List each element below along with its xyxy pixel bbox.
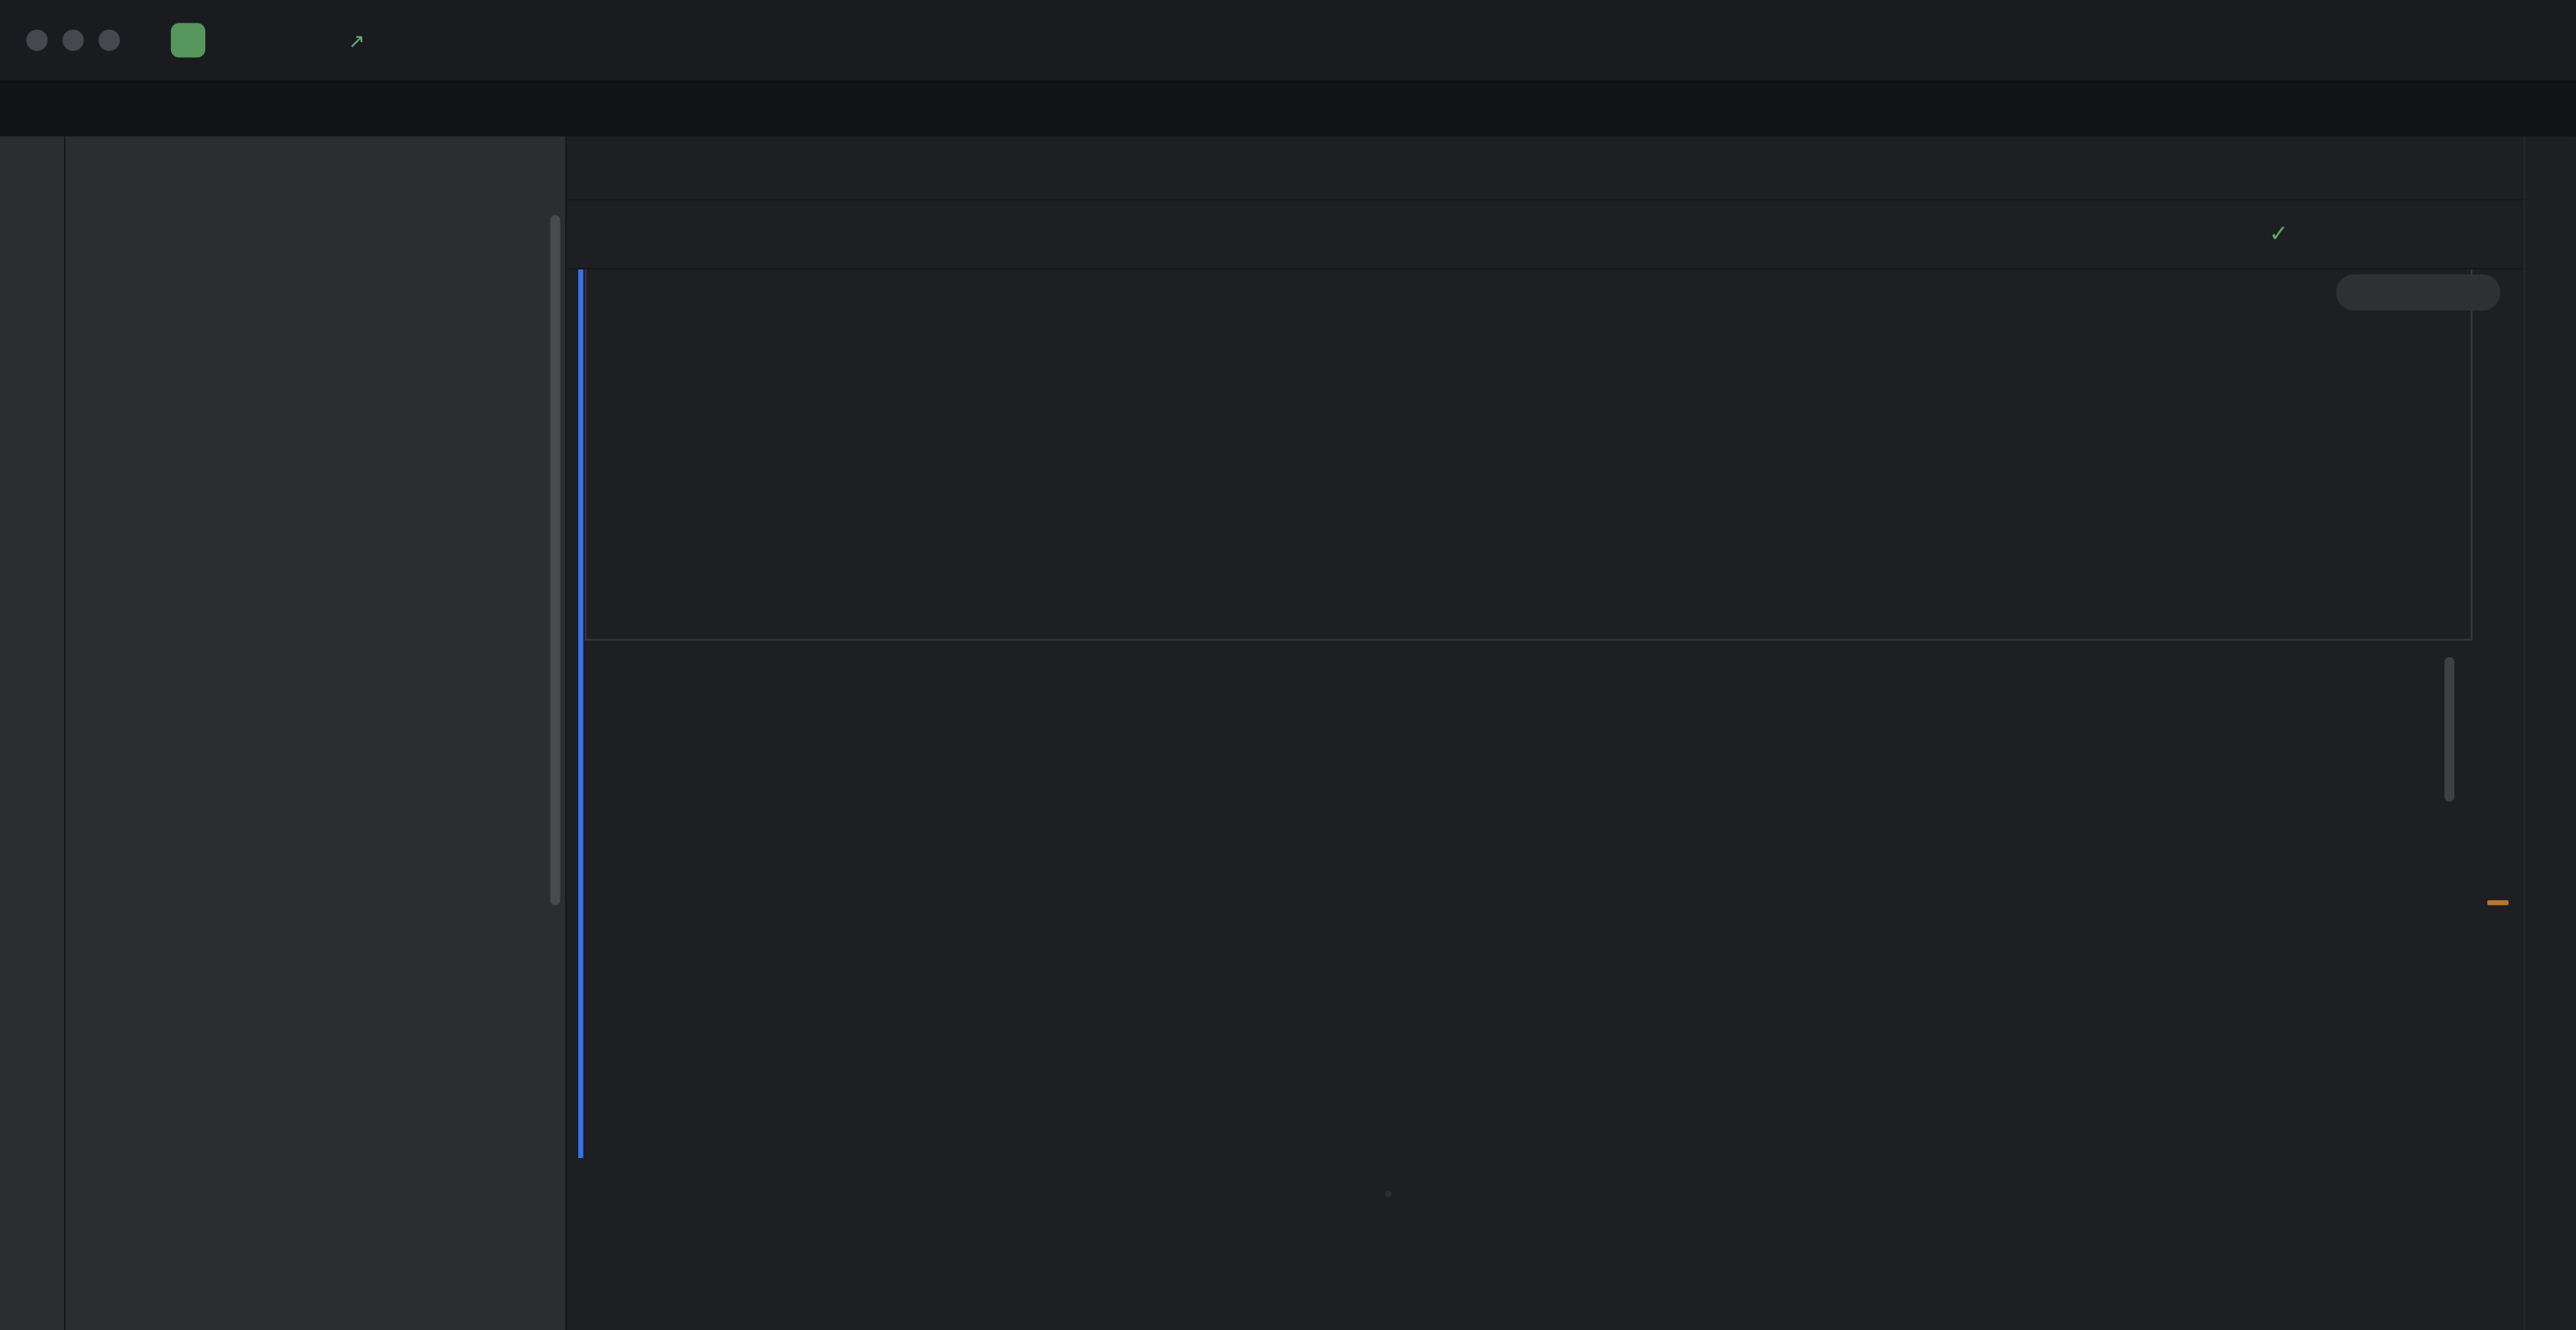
next-problem-icon[interactable] bbox=[2465, 282, 2486, 303]
notebook-editor bbox=[567, 269, 2523, 1330]
ide-window: ↗ ✓ bbox=[0, 0, 2576, 1330]
project-scrollbar[interactable] bbox=[550, 215, 560, 905]
interpreter-chevron-icon bbox=[2375, 225, 2394, 244]
jupyter-icon bbox=[2326, 221, 2352, 247]
title-bar: ↗ bbox=[0, 0, 2576, 82]
prev-problem-icon[interactable] bbox=[2433, 282, 2454, 303]
git-branch-icon bbox=[303, 27, 329, 54]
close-window-button[interactable] bbox=[26, 30, 47, 51]
check-icon: ✓ bbox=[2269, 220, 2288, 248]
branch-widget[interactable]: ↗ bbox=[303, 27, 395, 54]
project-panel-header[interactable] bbox=[66, 136, 565, 200]
editor-area: ✓ bbox=[567, 136, 2523, 1330]
cell-frame bbox=[585, 269, 2472, 640]
minimize-window-button[interactable] bbox=[62, 30, 83, 51]
output-scrollbar[interactable] bbox=[2444, 657, 2454, 802]
interpreter-selector[interactable] bbox=[2326, 221, 2395, 247]
warning-icon bbox=[2392, 282, 2413, 303]
zoom-window-button[interactable] bbox=[98, 30, 119, 51]
project-panel-chevron-icon bbox=[109, 159, 128, 178]
warning-icon bbox=[2351, 282, 2372, 303]
activity-bar bbox=[0, 136, 66, 1330]
add-cell-button-group bbox=[1385, 1191, 1391, 1197]
notebook-toolbar: ✓ bbox=[567, 200, 2523, 269]
push-indicator-icon: ↗ bbox=[348, 29, 365, 52]
more-options-icon[interactable] bbox=[2474, 221, 2501, 247]
project-panel bbox=[66, 136, 567, 1330]
traffic-lights bbox=[26, 30, 135, 51]
editor-tab-bar bbox=[567, 136, 2523, 200]
split-editor-icon[interactable] bbox=[2422, 221, 2448, 247]
selected-cell-indicator bbox=[578, 269, 583, 1158]
project-badge bbox=[171, 23, 205, 57]
right-toolbar bbox=[2523, 136, 2576, 1330]
goto-cell-button[interactable]: ✓ bbox=[2269, 220, 2300, 248]
warning-stripe-mark[interactable] bbox=[2487, 900, 2508, 905]
branch-chevron-icon bbox=[375, 31, 394, 50]
inspections-widget[interactable] bbox=[2336, 275, 2501, 311]
project-chevron-icon[interactable] bbox=[226, 31, 246, 50]
window-tab-bar bbox=[0, 82, 2576, 137]
